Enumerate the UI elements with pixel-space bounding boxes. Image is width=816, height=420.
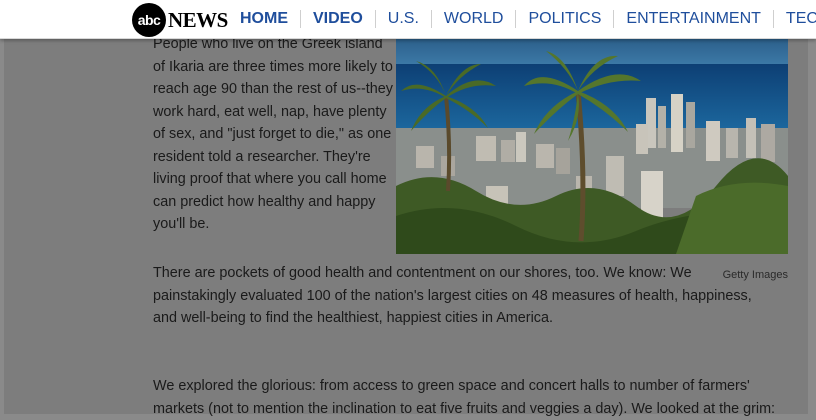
article-intro-paragraph: People who live on the Greek island of I… — [153, 36, 393, 232]
site-header: abc NEWS HOME VIDEO U.S. WORLD POLITICS … — [0, 0, 816, 39]
news-wordmark: NEWS — [168, 7, 228, 32]
article-paragraph: There are pockets of good health and con… — [153, 265, 752, 326]
nav-entertainment[interactable]: ENTERTAINMENT — [613, 10, 773, 28]
abc-logo-mark: abc — [132, 3, 166, 37]
article-paragraph: We explored the glorious: from access to… — [153, 378, 776, 417]
nav-video[interactable]: VIDEO — [300, 10, 375, 28]
abc-news-logo[interactable]: abc NEWS — [132, 3, 228, 37]
page-content: People who live on the Greek island of I… — [4, 0, 808, 417]
nav-world[interactable]: WORLD — [430, 10, 516, 28]
main-nav: HOME VIDEO U.S. WORLD POLITICS ENTERTAIN… — [228, 0, 816, 38]
nav-home[interactable]: HOME — [228, 10, 300, 28]
nav-us[interactable]: U.S. — [374, 10, 431, 28]
article-photo — [396, 36, 788, 254]
nav-politics[interactable]: POLITICS — [515, 10, 613, 28]
nav-tech[interactable]: TECH — [772, 10, 816, 28]
